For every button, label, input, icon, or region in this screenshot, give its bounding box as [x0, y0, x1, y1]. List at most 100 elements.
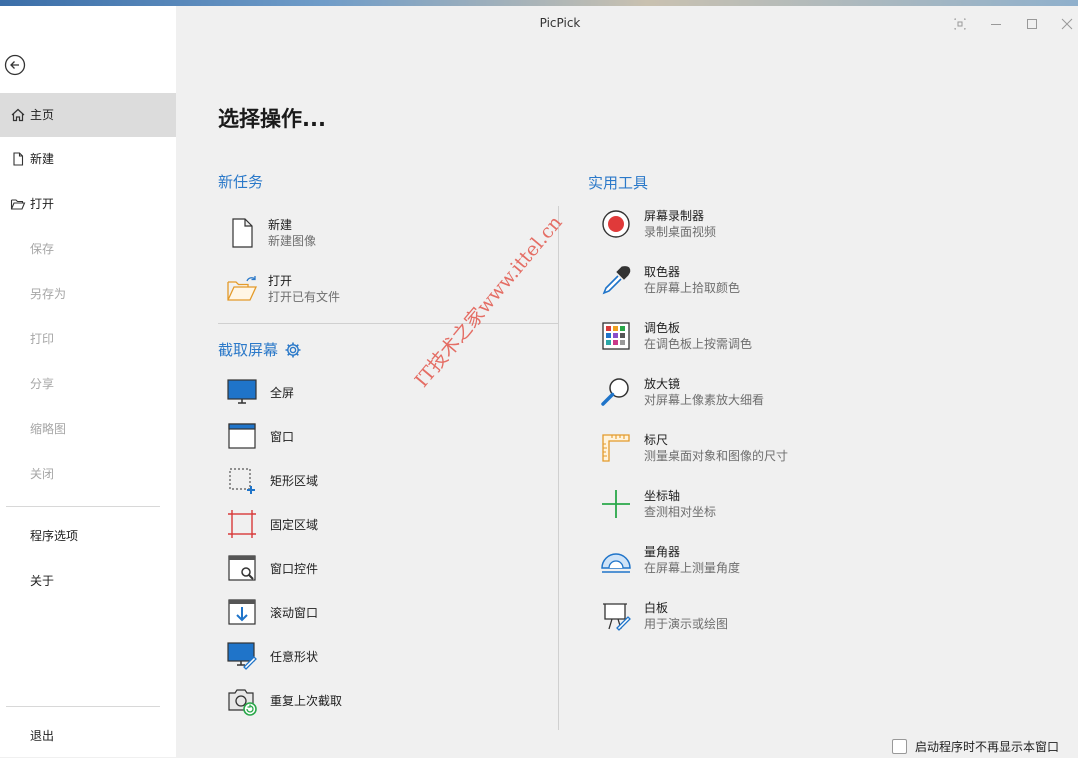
- tool-ruler[interactable]: 标尺 测量桌面对象和图像的尺寸: [600, 432, 788, 465]
- tool-desc: 在屏幕上测量角度: [644, 561, 741, 575]
- entry-desc: 打开已有文件: [268, 290, 341, 304]
- capture-window-control[interactable]: 窗口控件: [226, 552, 318, 584]
- record-icon: [602, 210, 630, 238]
- crosshair-icon: [602, 490, 630, 518]
- tool-color-picker[interactable]: 取色器 在屏幕上拾取颜色: [600, 264, 740, 297]
- repeat-capture-icon: [228, 689, 257, 716]
- sidebar-item-about[interactable]: 关于: [0, 559, 176, 603]
- monitor-icon: [227, 379, 257, 404]
- tool-desc: 在屏幕上拾取颜色: [644, 281, 741, 295]
- tool-desc: 对屏幕上像素放大细看: [644, 393, 765, 407]
- gear-icon[interactable]: [284, 341, 302, 359]
- tool-desc: 测量桌面对象和图像的尺寸: [644, 449, 789, 463]
- sidebar-item-save-as: 另存为: [0, 272, 176, 316]
- tool-desc: 在调色板上按需调色: [644, 337, 753, 351]
- palette-icon: [602, 322, 630, 350]
- open-folder-icon: [227, 276, 258, 301]
- window-icon: [228, 423, 256, 449]
- tool-name: 屏幕录制器: [644, 209, 705, 223]
- new-image-entry[interactable]: 新建 新建图像: [226, 217, 316, 250]
- sidebar-item-exit[interactable]: 退出: [0, 714, 176, 758]
- home-icon: [11, 108, 25, 122]
- sidebar-item-share: 分享: [0, 362, 176, 406]
- tool-name: 标尺: [644, 433, 669, 447]
- sidebar-item-options[interactable]: 程序选项: [0, 514, 176, 558]
- sidebar-item-new[interactable]: 新建: [0, 137, 176, 181]
- capture-rectangle[interactable]: 矩形区域: [226, 464, 318, 496]
- sidebar-item-label: 新建: [30, 152, 55, 166]
- sidebar-item-open[interactable]: 打开: [0, 182, 176, 226]
- entry-name: 打开: [268, 274, 293, 288]
- fixed-region-icon: [228, 510, 256, 538]
- sidebar-item-label: 关闭: [30, 467, 55, 481]
- new-file-icon: [13, 152, 24, 166]
- tool-name: 量角器: [644, 545, 681, 559]
- tool-whiteboard[interactable]: 白板 用于演示或绘图: [600, 600, 728, 633]
- capture-fullscreen[interactable]: 全屏: [226, 376, 294, 408]
- sidebar-item-close: 关闭: [0, 452, 176, 496]
- tool-desc: 用于演示或绘图: [644, 617, 729, 631]
- tool-protractor[interactable]: 量角器 在屏幕上测量角度: [600, 544, 740, 577]
- capture-label: 任意形状: [270, 649, 319, 664]
- tool-name: 白板: [644, 601, 669, 615]
- capture-scroll[interactable]: 滚动窗口: [226, 596, 318, 628]
- whiteboard-icon: [603, 603, 631, 631]
- sidebar-item-label: 打开: [30, 197, 55, 211]
- rectangle-region-icon: [229, 468, 255, 494]
- capture-label: 重复上次截取: [270, 693, 343, 708]
- sidebar: 主页 新建 打开 保存 另存为 打印 分享 缩略图 关闭 程序选项 关于 退出: [0, 6, 176, 757]
- close-icon[interactable]: [1059, 16, 1075, 32]
- capture-label: 矩形区域: [270, 473, 319, 488]
- sidebar-item-save: 保存: [0, 227, 176, 271]
- tool-name: 调色板: [644, 321, 681, 335]
- sidebar-item-label: 主页: [30, 108, 55, 122]
- column-divider: [558, 206, 559, 730]
- tool-screen-recorder[interactable]: 屏幕录制器 录制桌面视频: [600, 208, 716, 241]
- back-arrow-icon[interactable]: [4, 54, 26, 76]
- capture-label: 窗口控件: [270, 561, 319, 576]
- tool-desc: 录制桌面视频: [644, 225, 717, 239]
- sidebar-item-label: 另存为: [30, 287, 67, 301]
- tool-desc: 查测相对坐标: [644, 505, 717, 519]
- capture-window[interactable]: 窗口: [226, 420, 294, 452]
- folder-open-icon: [10, 199, 26, 210]
- tool-crosshair[interactable]: 坐标轴 查测相对坐标: [600, 488, 716, 521]
- section-divider: [218, 323, 558, 324]
- entry-name: 新建: [268, 218, 293, 232]
- capture-heading: 截取屏幕: [218, 339, 302, 360]
- watermark: IT技术之家www.ittel.cn: [410, 211, 567, 392]
- capture-window-icon[interactable]: [952, 16, 968, 32]
- sidebar-divider: [6, 506, 160, 507]
- window-control-icon: [228, 555, 256, 581]
- tool-palette[interactable]: 调色板 在调色板上按需调色: [600, 320, 752, 353]
- sidebar-item-label: 程序选项: [30, 529, 79, 543]
- sidebar-item-home[interactable]: 主页: [0, 93, 176, 137]
- startup-checkbox[interactable]: 启动程序时不再显示本窗口: [892, 738, 1059, 755]
- blank-document-icon: [232, 218, 253, 248]
- protractor-icon: [601, 553, 631, 573]
- scroll-window-icon: [228, 599, 256, 625]
- freehand-icon: [227, 642, 257, 670]
- capture-freehand[interactable]: 任意形状: [226, 640, 318, 672]
- minimize-icon[interactable]: [988, 16, 1004, 32]
- window-title: PicPick: [539, 16, 581, 30]
- sidebar-item-label: 保存: [30, 242, 55, 256]
- capture-fixed[interactable]: 固定区域: [226, 508, 318, 540]
- sidebar-item-print: 打印: [0, 317, 176, 361]
- sidebar-item-label: 关于: [30, 574, 55, 588]
- tool-name: 坐标轴: [644, 489, 681, 503]
- entry-desc: 新建图像: [268, 234, 317, 248]
- sidebar-item-thumbnail: 缩略图: [0, 407, 176, 451]
- tool-name: 放大镜: [644, 377, 681, 391]
- new-task-heading: 新任务: [218, 173, 264, 191]
- maximize-icon[interactable]: [1024, 16, 1040, 32]
- capture-label: 全屏: [270, 385, 295, 400]
- checkbox-box[interactable]: [892, 739, 907, 754]
- checkbox-label: 启动程序时不再显示本窗口: [915, 740, 1060, 754]
- open-file-entry[interactable]: 打开 打开已有文件: [226, 273, 340, 306]
- tools-heading: 实用工具: [588, 174, 649, 192]
- tool-magnifier[interactable]: 放大镜 对屏幕上像素放大细看: [600, 376, 764, 409]
- capture-repeat[interactable]: 重复上次截取: [226, 684, 342, 716]
- magnifier-icon: [601, 378, 629, 406]
- ruler-icon: [602, 434, 630, 462]
